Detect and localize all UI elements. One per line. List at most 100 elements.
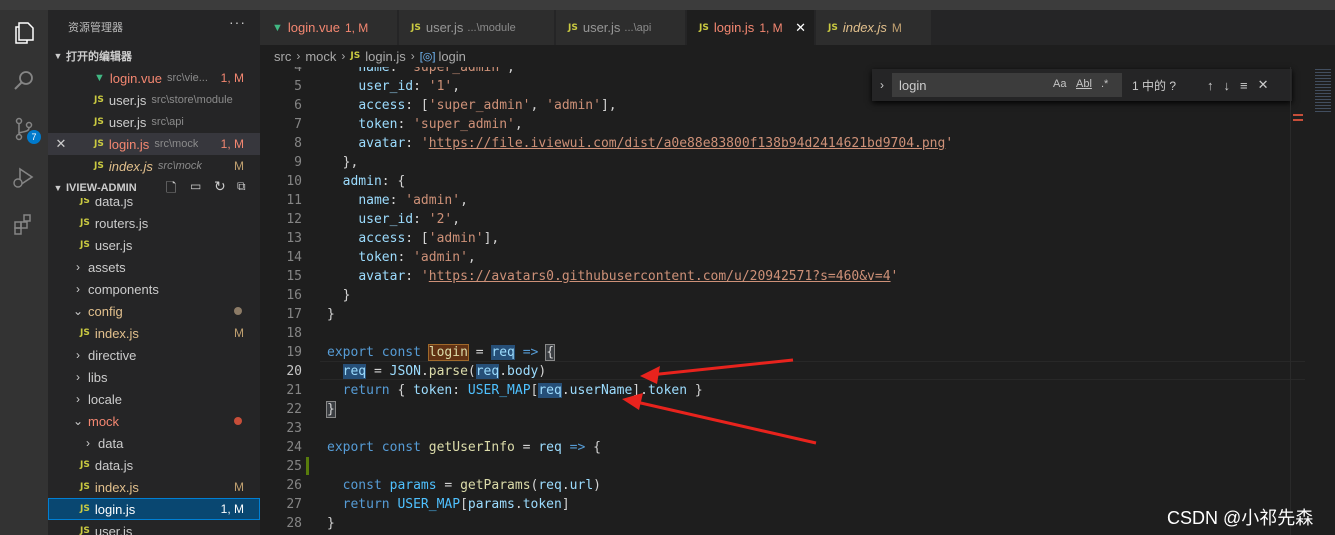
next-match-icon[interactable]: ↓ — [1224, 78, 1231, 93]
more-actions-button[interactable]: ··· — [229, 14, 246, 30]
js-file-icon: JS — [568, 22, 578, 33]
tree-file[interactable]: JS user.js — [48, 520, 260, 535]
code-token: ], — [600, 98, 617, 113]
refresh-icon[interactable]: ↻ — [214, 178, 226, 195]
extensions-icon[interactable] — [9, 210, 39, 240]
code-token: access — [358, 98, 406, 113]
js-file-icon: JS — [828, 22, 838, 33]
tree-file[interactable]: JS index.js M — [48, 476, 260, 498]
close-icon[interactable]: ✕ — [1258, 77, 1269, 93]
code-token: } — [687, 383, 703, 398]
code-token: req — [491, 345, 515, 360]
find-in-selection-icon[interactable]: ≡ — [1240, 78, 1248, 93]
code-token: : [ — [405, 231, 429, 246]
code-token: admin — [342, 174, 382, 189]
chevron-right-icon: › — [76, 370, 80, 384]
code-token: url — [569, 478, 594, 493]
regex-icon[interactable]: .* — [1101, 78, 1108, 90]
line-number: 26 — [286, 478, 302, 493]
collapse-all-icon[interactable]: ⧉ — [237, 179, 246, 194]
close-icon[interactable]: ✕ — [48, 136, 74, 152]
run-debug-icon[interactable] — [9, 162, 39, 192]
breadcrumb-file[interactable]: login.js — [365, 49, 405, 64]
js-file-icon: JS — [699, 22, 709, 33]
match-case-icon[interactable]: Aa — [1053, 78, 1066, 90]
open-editor-item[interactable]: JS user.js src\store\module — [48, 89, 260, 111]
code-token: : — [389, 67, 406, 75]
breadcrumb-mock[interactable]: mock — [305, 49, 336, 64]
tree-file[interactable]: JS user.js — [48, 234, 260, 256]
code-token: ' — [420, 269, 429, 284]
code-token: const — [381, 345, 429, 360]
minimap[interactable] — [1305, 67, 1335, 535]
open-editor-item-active[interactable]: ✕ JS login.js src\mock 1, M — [48, 133, 260, 155]
line-number: 28 — [286, 516, 302, 531]
editor-tabs: ▼ login.vue 1, M JS user.js ...\module J… — [260, 10, 1335, 45]
code-token: body — [507, 364, 539, 379]
breadcrumb-src[interactable]: src — [274, 49, 291, 64]
tree-file[interactable]: JS routers.js — [48, 212, 260, 234]
code-token: user_id — [358, 212, 414, 227]
code-line: name: 'super_admin', — [327, 67, 515, 75]
code-token: access — [358, 231, 406, 246]
line-number: 5 — [294, 79, 302, 94]
match-count: 1 中的 ? — [1132, 78, 1177, 93]
line-number: 16 — [286, 288, 302, 303]
previous-match-icon[interactable]: ↑ — [1207, 78, 1214, 93]
breadcrumb-symbol[interactable]: login — [438, 49, 465, 64]
overview-ruler[interactable] — [1290, 67, 1305, 535]
tab-user-js-module[interactable]: JS user.js ...\module — [399, 10, 555, 45]
tree-file-selected[interactable]: JS login.js 1, M — [48, 498, 260, 520]
code-token: } — [327, 307, 335, 322]
open-editor-item[interactable]: JS index.js src\mock M — [48, 155, 260, 177]
tree-folder[interactable]: › assets — [48, 256, 260, 278]
tree-folder[interactable]: ⌄ mock — [48, 410, 260, 432]
search-icon[interactable] — [9, 66, 39, 96]
find-input[interactable]: login Aa Abl .* — [892, 73, 1122, 97]
tree-folder[interactable]: › libs — [48, 366, 260, 388]
open-editor-item[interactable]: ▼ login.vue src\vie... 1, M — [48, 67, 260, 89]
code-token: getUserInfo — [428, 440, 515, 455]
code-token: parse — [428, 364, 468, 379]
code-token: : [ — [405, 98, 429, 113]
code-token: return — [342, 497, 398, 512]
code-token: . — [561, 478, 570, 493]
js-file-icon: JS — [80, 504, 90, 514]
tree-file[interactable]: JS data.js — [48, 454, 260, 476]
code-token: USER_MAP — [467, 383, 531, 398]
toggle-replace-icon[interactable]: › — [872, 78, 892, 92]
tree-file[interactable]: JS index.js M — [48, 322, 260, 344]
tree-folder[interactable]: › data — [48, 432, 260, 454]
js-file-icon: JS — [94, 161, 104, 171]
code-token: return — [342, 383, 398, 398]
source-control-icon[interactable]: 7 — [9, 114, 41, 144]
code-editor[interactable]: 4 5 6 7 8 9 10 11 12 13 14 15 16 17 18 1… — [260, 67, 1305, 535]
js-file-icon: JS — [80, 240, 90, 250]
code-token: ' — [890, 269, 899, 284]
tab-index-js[interactable]: JS index.js M — [816, 10, 932, 45]
open-editors-header[interactable]: ▼ 打开的编辑器 — [48, 46, 260, 66]
code-token: const — [342, 478, 390, 493]
open-editor-item[interactable]: JS user.js src\api — [48, 111, 260, 133]
line-number: 11 — [286, 193, 302, 208]
whole-word-icon[interactable]: Abl — [1076, 78, 1092, 90]
close-icon[interactable]: ✕ — [795, 20, 806, 36]
new-folder-icon[interactable]: ▭ — [190, 179, 201, 193]
tree-folder[interactable]: › directive — [48, 344, 260, 366]
code-token: . — [499, 364, 508, 379]
explorer-icon[interactable] — [9, 18, 39, 48]
tree-folder[interactable]: › locale — [48, 388, 260, 410]
tree-folder[interactable]: ⌄ config — [48, 300, 260, 322]
project-header[interactable]: ▼ IVIEW-ADMIN 🗋 ▭ ↻ ⧉ — [48, 178, 260, 198]
line-number: 23 — [286, 421, 302, 436]
code-token: 'super_admin' — [428, 98, 531, 113]
tree-folder[interactable]: › components — [48, 278, 260, 300]
chevron-right-icon: › — [76, 260, 80, 274]
tab-user-js-api[interactable]: JS user.js ...\api — [556, 10, 686, 45]
tab-login-js[interactable]: JS login.js 1, M ✕ — [687, 10, 815, 45]
tree-file[interactable]: JS data.js — [48, 198, 260, 212]
code-token: { — [545, 344, 555, 361]
tab-login-vue[interactable]: ▼ login.vue 1, M — [260, 10, 398, 45]
